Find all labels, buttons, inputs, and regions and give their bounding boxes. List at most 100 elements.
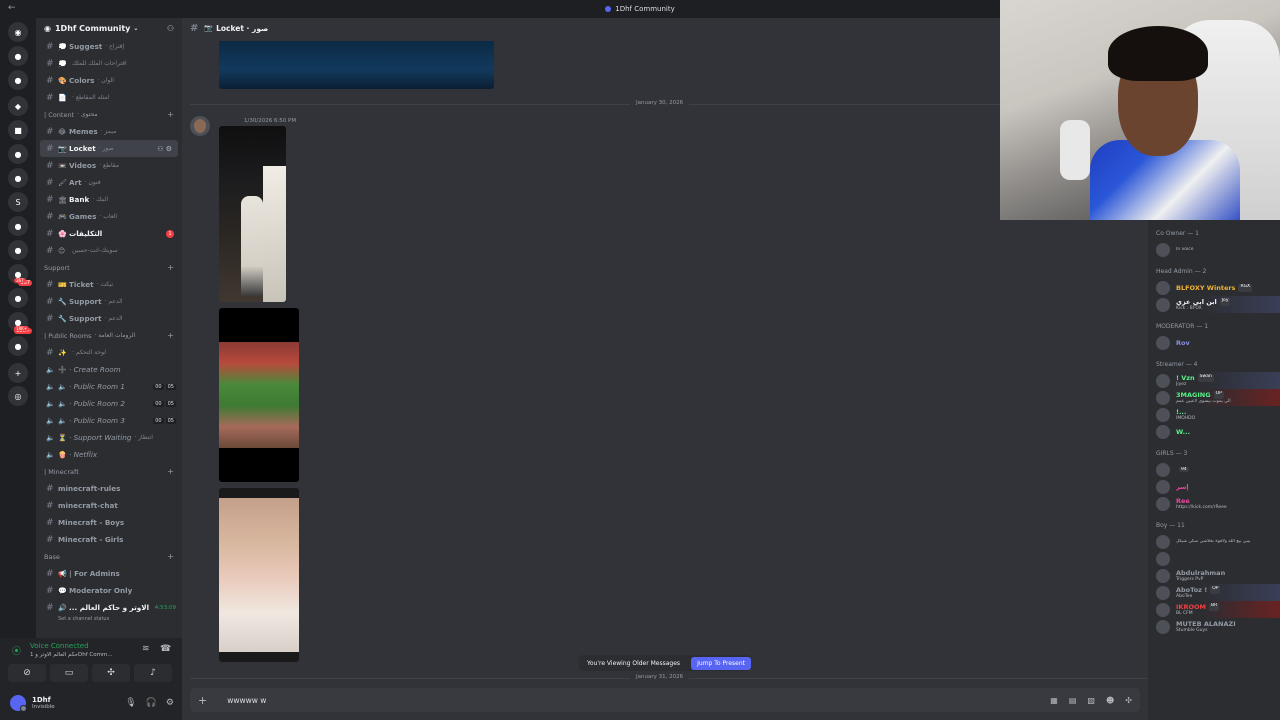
emoji-icon[interactable]: ☻ [1106,696,1114,705]
add-channel-icon[interactable]: + [167,552,174,561]
channel-item[interactable]: # 🔊... الاوتر و حاكم العالم 4:53:09 [36,599,182,616]
gear-icon[interactable]: ⚙ [166,698,174,708]
server-icon[interactable]: ● [8,336,28,356]
explore-icon[interactable]: ◎ [8,386,28,406]
noise-suppression-icon[interactable]: ≋ [142,644,150,654]
member-item[interactable]: 94 [1148,461,1280,478]
gift-icon[interactable]: ▦ [1050,696,1058,705]
guild-header[interactable]: ◉ 1Dhf Community ⌄ ⚇ [36,18,182,38]
discord-icon-icon[interactable]: ◉ [8,22,28,42]
member-item[interactable]: Rov [1148,334,1280,351]
mic-icon[interactable]: 🎙 [125,698,136,708]
disconnect-icon[interactable]: ☎ [160,644,171,654]
channel-item[interactable]: # 🌸 التكليفات 1 [36,225,182,242]
add-channel-icon[interactable]: + [167,331,174,340]
server-icon[interactable]: ● [8,288,28,308]
server-icon[interactable]: ■ [8,120,28,140]
member-item[interactable]: In voice [1148,241,1280,258]
channel-item[interactable]: # 📢 | For Admins [36,565,182,582]
channel-item[interactable]: # 😊 سويتك-انت-حسين [36,242,182,259]
channel-category[interactable]: | Content · محتوى + [36,106,182,123]
apps-icon[interactable]: ✣ [1125,696,1132,705]
channel-item[interactable]: 🔈 🍿 · Netflix [36,446,182,463]
image-attachment[interactable] [219,126,286,302]
channel-item[interactable]: # 💬 Moderator Only [36,582,182,599]
channel-item[interactable]: # 🎫 Ticket · تيكت [36,276,182,293]
channel-item[interactable]: # 💭 اقتراحات الملك للملك [36,55,182,72]
member-item[interactable]: ابن ابي عزي Joy Kick : BFOX [1148,296,1280,313]
member-item[interactable]: ! Vzn Swan Jiyez [1148,372,1280,389]
member-item[interactable]: AboToz ! OP AboTee [1148,584,1280,601]
channel-category[interactable]: Support + [36,259,182,276]
member-item[interactable]: 3MAGING OP الي يموت بيسوي لاعبين عمم [1148,389,1280,406]
activities-button[interactable]: ✣ [92,664,130,682]
server-icon[interactable]: ● [8,70,28,90]
member-item[interactable]: W... [1148,423,1280,440]
channel-item[interactable]: 🔈 🔈 · Public Room 1 00 05 [36,378,182,395]
add-user-icon[interactable]: ⚇ [167,24,174,33]
channel-item[interactable]: # 🎨 Colors · الوان [36,72,182,89]
channel-item[interactable]: # ✨ · لوحة التحكم [36,344,182,361]
member-item[interactable] [1148,550,1280,567]
member-item[interactable]: Ree https://kick.com/rReee [1148,495,1280,512]
channel-settings-icons[interactable]: ⚇ ⚙ [157,145,172,153]
channel-item[interactable]: # 😂 Memes · ميمز [36,123,182,140]
image-attachment[interactable] [219,41,494,89]
channel-item[interactable]: # Minecraft - Boys [36,514,182,531]
channel-item[interactable]: # Minecraft - Girls [36,531,182,548]
channel-category[interactable]: | Minecraft + [36,463,182,480]
member-item[interactable]: إسر [1148,478,1280,495]
add-attachment-icon[interactable]: + [198,694,207,707]
gif-icon[interactable]: ▤ [1069,696,1077,705]
member-item[interactable]: MUTEB ALANAZI Stumble Guys [1148,618,1280,635]
server-icon[interactable]: ● [8,144,28,164]
channel-item[interactable]: # minecraft-rules [36,480,182,497]
server-icon[interactable]: S [8,192,28,212]
channel-item[interactable]: # 🔧 Support · الدعم [36,310,182,327]
channel-status-hint[interactable]: Set a channel status [36,616,182,622]
add-channel-icon[interactable]: + [167,110,174,119]
add-channel-icon[interactable]: + [167,263,174,272]
channel-item[interactable]: # 🎮 Games · العاب [36,208,182,225]
sticker-icon[interactable]: ▧ [1087,696,1095,705]
channel-item[interactable]: 🔈 🔈 · Public Room 2 00 05 [36,395,182,412]
server-icon[interactable]: ● [8,216,28,236]
add-channel-icon[interactable]: + [167,467,174,476]
camera-off-button[interactable]: ⊘ [8,664,46,682]
channel-category[interactable]: | Public Rooms · الرومات العامة + [36,327,182,344]
channel-item[interactable]: # 🔧 Support · الدعم [36,293,182,310]
voice-channel-subtitle[interactable]: حكم العالم الاوتر و 1Dhf Comm... [30,652,135,658]
avatar[interactable] [10,695,27,712]
server-icon[interactable]: ◆ [8,96,28,116]
channel-item[interactable]: # 💭 Suggest · إقتراح [36,38,182,55]
message-composer[interactable]: + wwwww w ▦ ▤ ▧ ☻ ✣ [190,688,1140,712]
channel-category[interactable]: Base + [36,548,182,565]
screen-share-button[interactable]: ▭ [50,664,88,682]
channel-item[interactable]: # 📼 Videos · مقاطع [36,157,182,174]
soundboard-button[interactable]: ♪ [134,664,172,682]
channel-item[interactable]: 🔈 ⏳ · Support Waiting · انتظار [36,429,182,446]
member-item[interactable]: BLFOXY Winters RGX [1148,279,1280,296]
member-item[interactable]: بيبي بيع الله ولاقوة بخلاشي سكن شيكل [1148,533,1280,550]
member-item[interactable]: Abdulrahman Triggers PvP [1148,567,1280,584]
channel-item[interactable]: 🔈 ➕ · Create Room [36,361,182,378]
composer-input[interactable]: wwwww w [227,696,266,705]
member-item[interactable]: IKROOM BR BL CFM [1148,601,1280,618]
add-server-icon[interactable]: + [8,363,28,383]
server-icon[interactable]: ● [8,168,28,188]
member-item[interactable]: !... IMOHDO [1148,406,1280,423]
channel-item[interactable]: # 📄 · امثله المقاطع [36,89,182,106]
avatar[interactable] [190,116,210,136]
server-icon[interactable]: ● [8,240,28,260]
back-arrow-icon[interactable]: ← [8,3,16,13]
server-icon[interactable]: ● [8,46,28,66]
channel-item[interactable]: # minecraft-chat [36,497,182,514]
channel-item[interactable]: 🔈 🔈 · Public Room 3 00 05 [36,412,182,429]
video-attachment[interactable] [219,308,299,482]
jump-to-present-button[interactable]: Jump To Present [691,656,751,670]
channel-item[interactable]: # 🏛 Bank · البنك [36,191,182,208]
headphones-icon[interactable]: 🎧 [146,698,157,708]
channel-item[interactable]: # 📷 Locket · صور ⚇ ⚙ [40,140,178,157]
channel-item[interactable]: # 🖌 Art · فنون [36,174,182,191]
video-attachment[interactable] [219,488,299,662]
